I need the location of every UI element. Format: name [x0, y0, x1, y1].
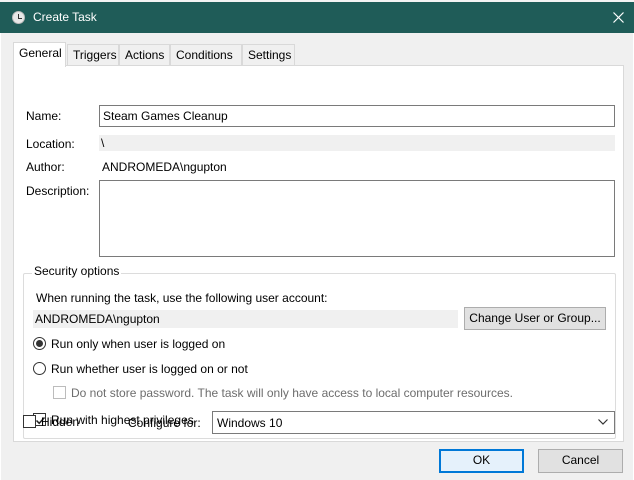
description-label: Description: — [26, 184, 90, 198]
configure-for-value: Windows 10 — [217, 416, 283, 430]
name-label: Name: — [26, 109, 62, 123]
title-bar: Create Task — [0, 2, 634, 33]
hidden-checkbox[interactable] — [23, 415, 36, 428]
tab-label: Conditions — [176, 48, 233, 62]
tab-label: General — [19, 46, 62, 60]
run-logged-on-label: Run only when user is logged on — [51, 337, 226, 351]
name-input[interactable]: Steam Games Cleanup — [99, 105, 615, 127]
description-textarea[interactable] — [99, 180, 615, 257]
location-value: \ — [99, 135, 615, 151]
window-title: Create Task — [33, 10, 97, 24]
tab-settings[interactable]: Settings — [242, 44, 295, 65]
author-value: ANDROMEDA\ngupton — [102, 160, 227, 174]
location-label: Location: — [26, 137, 75, 151]
tab-actions[interactable]: Actions — [119, 44, 170, 65]
security-options-legend: Security options — [32, 264, 122, 278]
chevron-down-icon — [598, 419, 608, 425]
ok-button[interactable]: OK — [439, 449, 524, 473]
run-whether-logged-on-radio[interactable] — [33, 362, 46, 375]
author-label: Author: — [26, 160, 65, 174]
hidden-label: Hidden — [41, 415, 80, 429]
change-user-button[interactable]: Change User or Group... — [464, 307, 606, 330]
tab-label: Settings — [248, 48, 292, 62]
general-tab-panel: Name: Steam Games Cleanup Location: \ Au… — [13, 65, 624, 442]
configure-for-select[interactable]: Windows 10 — [212, 411, 615, 434]
cancel-button[interactable]: Cancel — [538, 449, 623, 473]
configure-for-label: Configure for: — [128, 416, 201, 430]
tab-triggers[interactable]: Triggers — [67, 44, 119, 65]
user-account-value: ANDROMEDA\ngupton — [33, 310, 458, 328]
tab-conditions[interactable]: Conditions — [170, 44, 242, 65]
close-button[interactable] — [602, 2, 634, 33]
dialog-client-area: General Triggers Actions Conditions Sett… — [1, 33, 633, 480]
tab-general[interactable]: General — [13, 42, 66, 67]
tab-label: Actions — [125, 48, 165, 62]
close-icon — [612, 12, 624, 23]
run-whether-logged-on-label: Run whether user is logged on or not — [51, 362, 248, 376]
task-scheduler-clock-icon — [12, 11, 25, 24]
tab-label: Triggers — [73, 48, 117, 62]
do-not-store-password-label: Do not store password. The task will onl… — [71, 386, 513, 400]
run-logged-on-radio[interactable] — [33, 337, 46, 350]
run-as-prompt: When running the task, use the following… — [36, 291, 328, 305]
do-not-store-password-checkbox[interactable] — [53, 386, 66, 399]
